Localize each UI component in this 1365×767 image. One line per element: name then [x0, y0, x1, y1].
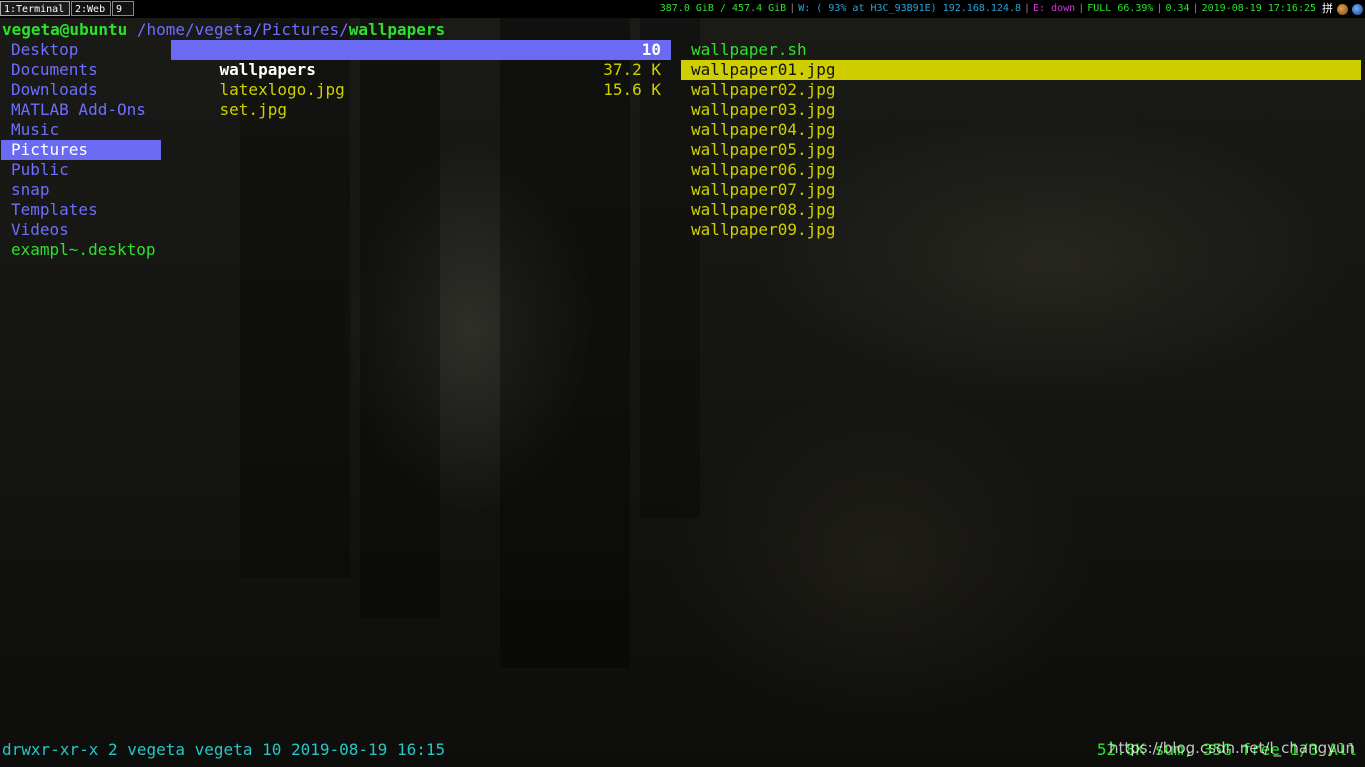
entry-label: wallpaper08.jpg [691, 200, 836, 219]
current-entry-wallpapers[interactable]: wallpapers 10 [171, 40, 671, 79]
entry-label: wallpaper03.jpg [691, 100, 836, 119]
disk-status: 387.0 GiB / 457.4 GiB [659, 3, 787, 14]
current-entry-set[interactable]: set.jpg 15.6 K [171, 80, 671, 119]
entry-size: 10 [641, 40, 661, 59]
parent-entry-documents[interactable]: Documents [1, 60, 161, 80]
entry-label: Downloads [11, 80, 98, 99]
preview-entry[interactable]: wallpaper07.jpg [681, 180, 1361, 200]
wallpaper-tower [360, 18, 440, 618]
preview-entry[interactable]: wallpaper04.jpg [681, 120, 1361, 140]
workspace-9[interactable]: 9 [112, 1, 134, 16]
battery-status: FULL 66.39% [1087, 3, 1154, 14]
preview-entry[interactable]: wallpaper05.jpg [681, 140, 1361, 160]
parent-entry-snap[interactable]: snap [1, 180, 161, 200]
entry-label: Desktop [11, 40, 79, 59]
preview-entry[interactable]: wallpaper06.jpg [681, 160, 1361, 180]
ime-icon[interactable]: 拼 [1322, 0, 1333, 18]
entry-label: Public [11, 160, 69, 179]
wallpaper-tower [500, 18, 630, 668]
current-entry-latexlogo[interactable]: latexlogo.jpg 37.2 K [171, 60, 671, 99]
entry-label: snap [11, 180, 50, 199]
path-current: wallpapers [348, 20, 446, 39]
network-tray-icon[interactable] [1337, 3, 1348, 15]
parent-entry-desktop[interactable]: Desktop [1, 40, 161, 60]
parent-directory-column: Desktop Documents Downloads MATLAB Add-O… [1, 40, 161, 260]
parent-entry-templates[interactable]: Templates [1, 200, 161, 220]
preview-column: wallpaper.sh wallpaper01.jpg wallpaper02… [681, 40, 1361, 240]
entry-label: wallpaper04.jpg [691, 120, 836, 139]
entry-label: wallpaper07.jpg [691, 180, 836, 199]
preview-entry[interactable]: wallpaper01.jpg [681, 60, 1361, 80]
entry-label: Music [11, 120, 60, 139]
status-bar: 1:Terminal 2:Web 9 387.0 GiB / 457.4 GiB… [0, 0, 1365, 18]
datetime-status: 2019-08-19 17:16:25 [1201, 3, 1316, 14]
entry-label: MATLAB Add-Ons [11, 100, 146, 119]
parent-entry-downloads[interactable]: Downloads [1, 80, 161, 100]
entry-label: Pictures [11, 140, 89, 159]
entry-label: wallpaper.sh [691, 40, 807, 59]
separator: | [789, 3, 796, 14]
preview-entry[interactable]: wallpaper02.jpg [681, 80, 1361, 100]
separator: | [1078, 3, 1085, 14]
parent-entry-pictures[interactable]: Pictures [1, 140, 161, 160]
entry-label: wallpaper01.jpg [691, 60, 836, 79]
preview-entry[interactable]: wallpaper03.jpg [681, 100, 1361, 120]
preview-entry[interactable]: wallpaper.sh [681, 40, 1361, 60]
user-host: vegeta@ubuntu [2, 20, 128, 39]
parent-entry-example-desktop[interactable]: exampl~.desktop [1, 240, 161, 260]
file-info-footer: drwxr-xr-x 2 vegeta vegeta 10 2019-08-19… [2, 740, 446, 759]
path-dir: /home/vegeta/Pictures/ [136, 20, 349, 39]
globe-tray-icon[interactable] [1352, 3, 1363, 15]
entry-label: set.jpg [219, 100, 287, 119]
preview-entry[interactable]: wallpaper08.jpg [681, 200, 1361, 220]
entry-size: 15.6 K [603, 80, 661, 99]
entry-label: Templates [11, 200, 98, 219]
path-title: vegeta@ubuntu /home/vegeta/Pictures/wall… [2, 20, 445, 40]
parent-entry-videos[interactable]: Videos [1, 220, 161, 240]
load-status: 0.34 [1165, 3, 1190, 14]
entry-label: wallpaper05.jpg [691, 140, 836, 159]
entry-size: 37.2 K [603, 60, 661, 79]
parent-entry-music[interactable]: Music [1, 120, 161, 140]
workspace-web[interactable]: 2:Web [71, 1, 111, 16]
preview-entry[interactable]: wallpaper09.jpg [681, 220, 1361, 240]
watermark-text: https://blog.csdn.net/l_changyun [1109, 739, 1355, 757]
current-directory-column: wallpapers 10 latexlogo.jpg 37.2 K set.j… [171, 40, 671, 119]
entry-label: wallpaper06.jpg [691, 160, 836, 179]
workspace-terminal[interactable]: 1:Terminal [0, 1, 70, 16]
entry-label: wallpaper09.jpg [691, 220, 836, 239]
separator: | [1192, 3, 1199, 14]
parent-entry-matlab-add-ons[interactable]: MATLAB Add-Ons [1, 100, 161, 120]
entry-label: Documents [11, 60, 98, 79]
wifi-status: W: ( 93% at H3C_93B91E) 192.168.124.8 [798, 3, 1021, 14]
entry-label: Videos [11, 220, 69, 239]
parent-entry-public[interactable]: Public [1, 160, 161, 180]
entry-label: exampl~.desktop [11, 240, 156, 259]
separator: | [1024, 3, 1031, 14]
entry-label: wallpaper02.jpg [691, 80, 836, 99]
status-blocks: 387.0 GiB / 457.4 GiB | W: ( 93% at H3C_… [660, 0, 1363, 18]
separator: | [1156, 3, 1163, 14]
ethernet-status: E: down [1033, 3, 1076, 14]
